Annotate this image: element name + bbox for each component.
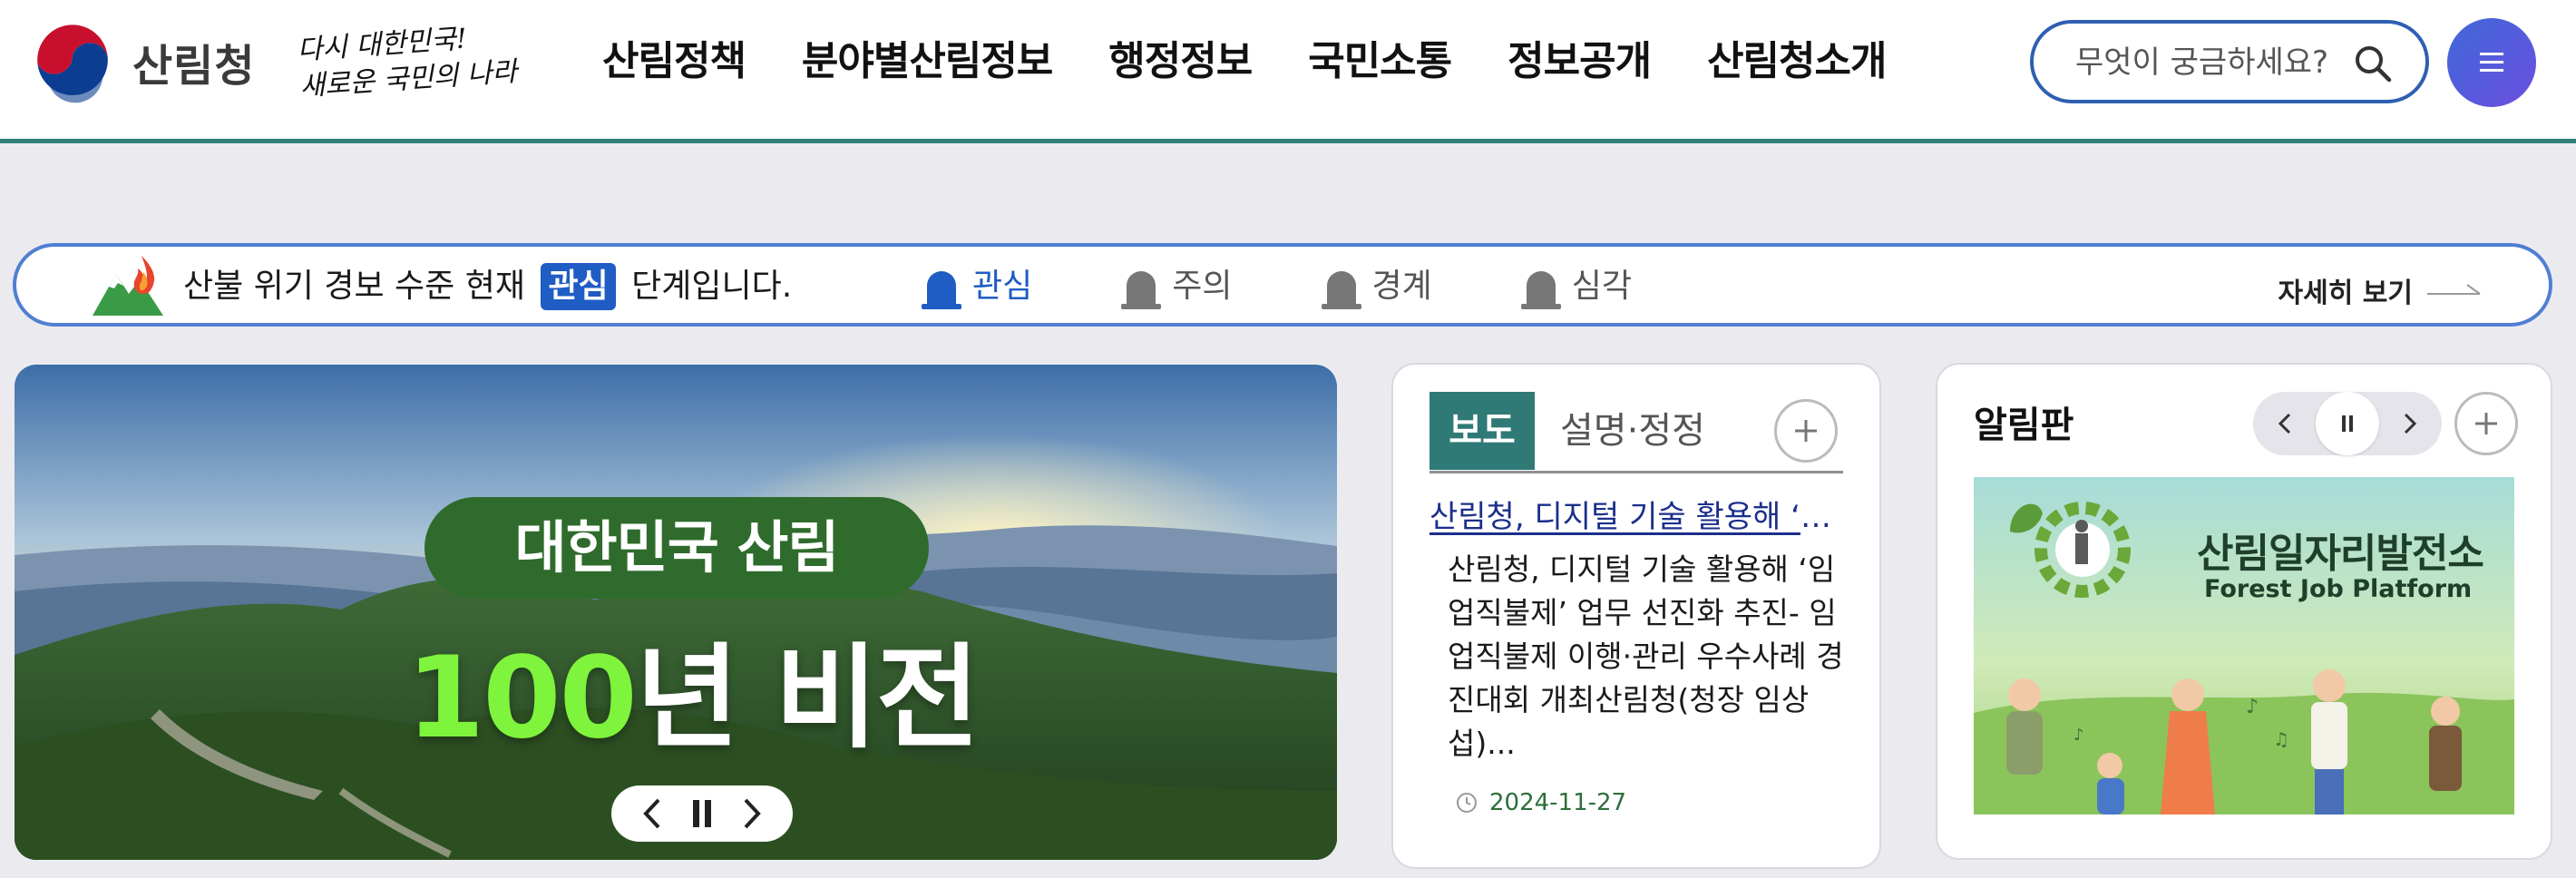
- plus-icon: [2475, 413, 2497, 434]
- hero-headline-text: 년 비전: [635, 633, 980, 764]
- notice-slider-controls: [2253, 392, 2442, 455]
- press-summary: 산림청, 디지털 기술 활용해 ‘임업직불제’ 업무 선진화 추진- 임업직불제…: [1448, 551, 1844, 761]
- alert-suffix: 단계입니다.: [631, 268, 793, 305]
- alert-level-label: 심각: [1571, 268, 1632, 305]
- government-emblem-icon: [34, 23, 112, 103]
- press-release-card: 보도 설명·정정 산림청, 디지털 기술 활용해 ‘임업직불제’ 업무 선진화 …: [1391, 363, 1881, 869]
- prev-slide-button[interactable]: [634, 795, 670, 832]
- alert-prefix: 산불 위기 경보 수준 현재: [183, 268, 525, 305]
- siren-icon: [1121, 271, 1162, 309]
- tab-press-release[interactable]: 보도: [1429, 392, 1535, 470]
- notice-more-button[interactable]: [2454, 392, 2518, 455]
- alert-level-label: 관심: [972, 268, 1033, 305]
- press-more-button[interactable]: [1774, 399, 1838, 463]
- notice-banner-subtitle: Forest Job Platform: [2204, 575, 2473, 603]
- siren-icon: [1321, 271, 1361, 309]
- siren-icon: [922, 271, 961, 309]
- alert-level-label: 경계: [1371, 268, 1432, 305]
- notice-prev-button[interactable]: [2253, 392, 2317, 455]
- pause-icon: [692, 800, 711, 827]
- wildfire-alert-bar: 산불 위기 경보 수준 현재 관심 단계입니다. 관심 주의 경계 심각 자세히…: [13, 243, 2552, 327]
- nav-item-admin-info[interactable]: 행정정보: [1108, 33, 1253, 91]
- hero-headline-number: 100: [406, 633, 638, 764]
- notice-board-title: 알림판: [1974, 405, 2074, 446]
- tab-explanation-correction[interactable]: 설명·정정: [1560, 392, 1705, 470]
- search-input[interactable]: [2075, 40, 2347, 85]
- svg-text:♪: ♪: [2246, 696, 2259, 718]
- chevron-left-icon: [643, 798, 660, 829]
- wildfire-mountain-icon: [93, 256, 163, 316]
- pause-slide-button[interactable]: [684, 795, 720, 832]
- chevron-left-icon: [2278, 413, 2291, 434]
- hamburger-icon: [2480, 53, 2503, 72]
- notice-banner-image[interactable]: ♪ ♫ ♪ 산림일자리발전소 Forest Job Platform: [1974, 477, 2514, 815]
- press-date: 2024-11-27: [1455, 789, 1626, 816]
- hero-pill-text: 대한민국 산림: [424, 497, 929, 599]
- pause-icon: [2342, 415, 2353, 432]
- hero-headline: 100년 비전: [406, 606, 980, 769]
- alert-current-level-badge: 관심: [541, 263, 616, 310]
- nav-item-forest-policy[interactable]: 산림정책: [602, 33, 746, 91]
- nav-item-forest-info[interactable]: 분야별산림정보: [802, 33, 1053, 91]
- next-slide-button[interactable]: [734, 795, 770, 832]
- alert-level-alert: 경계: [1320, 259, 1432, 314]
- clock-icon: [1457, 793, 1477, 813]
- search-box: [2030, 20, 2429, 103]
- arrow-right-icon: [2427, 284, 2481, 295]
- nav-item-communication[interactable]: 국민소통: [1308, 33, 1452, 91]
- alert-level-interest: 관심: [920, 259, 1032, 314]
- svg-text:♪: ♪: [2073, 726, 2084, 745]
- site-header: 산림청 다시 대한민국! 새로운 국민의 나라 산림정책 분야별산림정보 행정정…: [0, 0, 2576, 143]
- alert-more-link[interactable]: 자세히 보기: [2278, 270, 2483, 310]
- notice-board-card: 알림판 ♪ ♫ ♪ 산림일자리발전소 Forest Job Platform: [1936, 363, 2552, 860]
- logo-text: 산림청: [132, 41, 256, 92]
- siren-icon: [1520, 271, 1561, 309]
- press-title-link[interactable]: 산림청, 디지털 기술 활용해 ‘임업직불제’ 업무 선진화 추진: [1429, 492, 1847, 536]
- nav-item-disclosure[interactable]: 정보공개: [1508, 33, 1652, 91]
- logo[interactable]: 산림청 다시 대한민국! 새로운 국민의 나라: [31, 18, 519, 106]
- chevron-right-icon: [744, 798, 761, 829]
- notice-next-button[interactable]: [2378, 392, 2442, 455]
- alert-message: 산불 위기 경보 수준 현재 관심 단계입니다.: [183, 263, 792, 310]
- press-date-text: 2024-11-27: [1489, 789, 1627, 816]
- alert-level-serious: 심각: [1519, 259, 1632, 314]
- alert-level-caution: 주의: [1119, 259, 1233, 314]
- plus-icon: [1795, 420, 1817, 442]
- hero-banner[interactable]: 대한민국 산림 100년 비전: [15, 365, 1337, 860]
- alert-levels: 관심 주의 경계 심각: [920, 259, 1719, 314]
- alert-more-label: 자세히 보기: [2278, 278, 2413, 309]
- notice-banner-title: 산림일자리발전소: [2197, 531, 2484, 577]
- all-menu-button[interactable]: [2447, 18, 2536, 107]
- hero-slider-controls: [611, 785, 793, 842]
- search-icon[interactable]: [2351, 42, 2395, 85]
- main-nav: 산림정책 분야별산림정보 행정정보 국민소통 정보공개 산림청소개: [602, 33, 1942, 91]
- alert-level-label: 주의: [1172, 268, 1233, 305]
- svg-text:♫: ♫: [2273, 728, 2289, 750]
- chevron-right-icon: [2404, 413, 2417, 434]
- slogan: 다시 대한민국! 새로운 국민의 나라: [297, 18, 519, 106]
- notice-pause-button[interactable]: [2316, 392, 2379, 455]
- nav-item-about[interactable]: 산림청소개: [1707, 33, 1887, 91]
